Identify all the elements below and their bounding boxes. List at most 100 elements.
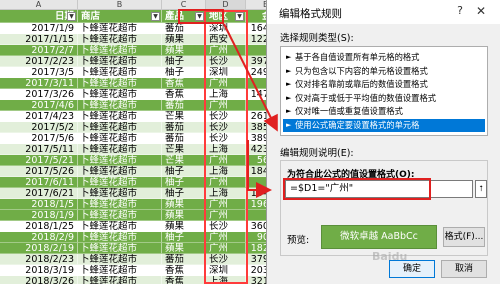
cell-product[interactable]: 蘋果 <box>162 34 206 46</box>
cell-date[interactable]: 2017/6/21 <box>0 188 78 200</box>
filter-dropdown-icon[interactable]: ▼ <box>235 12 244 21</box>
cell-product[interactable]: 蘋果 <box>162 199 206 211</box>
cell-amount[interactable]: 16440 <box>246 23 268 35</box>
filter-dropdown-icon[interactable]: ▼ <box>151 12 160 21</box>
rule-type-item[interactable]: ► 仅对排名靠前或靠后的数值设置格式 <box>283 78 485 91</box>
cell-store[interactable]: 卜蜂莲花超市 <box>78 166 162 178</box>
cell-product[interactable]: 蘋果 <box>162 210 206 222</box>
cell-amount[interactable] <box>246 177 268 189</box>
cell-date[interactable]: 2017/5/21 <box>0 155 78 167</box>
cell-product[interactable]: 蕃茄 <box>162 122 206 134</box>
cell-date[interactable]: 2018/2/23 <box>0 254 78 266</box>
cell-amount[interactable]: 12270 <box>246 34 268 46</box>
cell-product[interactable]: 蘋果 <box>162 221 206 233</box>
column-header-b[interactable]: B <box>78 0 162 10</box>
column-header-a[interactable]: A <box>0 0 78 10</box>
cell-store[interactable]: 卜蜂莲花超市 <box>78 122 162 134</box>
cell-region[interactable]: 长沙 <box>206 122 246 134</box>
cell-amount[interactable]: 39770 <box>246 56 268 68</box>
cell-product[interactable]: 芒果 <box>162 144 206 156</box>
cell-store[interactable]: 卜蜂莲花超市 <box>78 199 162 211</box>
cell-amount[interactable]: 32110 <box>246 276 268 284</box>
cell-date[interactable]: 2017/4/6 <box>0 100 78 112</box>
cell-date[interactable]: 2017/3/5 <box>0 67 78 79</box>
cell-region[interactable]: 上海 <box>206 276 246 284</box>
rule-type-item[interactable]: ► 仅对高于或低于平均值的数值设置格式 <box>283 92 485 105</box>
cell-region[interactable]: 广州 <box>206 78 246 90</box>
cell-store[interactable]: 卜蜂莲花超市 <box>78 155 162 167</box>
cell-store[interactable]: 卜蜂莲花超市 <box>78 265 162 277</box>
cell-date[interactable]: 2017/2/23 <box>0 56 78 68</box>
cell-amount[interactable]: 14742 <box>246 89 268 101</box>
cell-store[interactable]: 卜蜂莲花超市 <box>78 34 162 46</box>
cell-product[interactable]: 芒果 <box>162 155 206 167</box>
cell-region[interactable]: 广州 <box>206 45 246 57</box>
cell-product[interactable]: 柚子 <box>162 232 206 244</box>
header-cell-amount[interactable]: 金额▼ <box>246 10 268 24</box>
cell-date[interactable]: 2017/5/6 <box>0 133 78 145</box>
cell-date[interactable]: 2017/1/15 <box>0 34 78 46</box>
cell-date[interactable]: 2017/3/11 <box>0 78 78 90</box>
cell-amount[interactable] <box>246 100 268 112</box>
cell-region[interactable]: 长沙 <box>206 56 246 68</box>
cell-amount[interactable]: 20375 <box>246 265 268 277</box>
cell-region[interactable]: 深圳 <box>206 23 246 35</box>
rule-type-item[interactable]: ► 只为包含以下内容的单元格设置格式 <box>283 65 485 78</box>
cell-store[interactable]: 卜蜂莲花超市 <box>78 243 162 255</box>
cell-amount[interactable]: 37980 <box>246 254 268 266</box>
cell-region[interactable]: 深圳 <box>206 67 246 79</box>
cell-store[interactable]: 卜蜂莲花超市 <box>78 45 162 57</box>
rule-type-item[interactable]: ► 仅对唯一值或重复值设置格式 <box>283 105 485 118</box>
cell-region[interactable]: 上海 <box>206 144 246 156</box>
cell-region[interactable]: 广州 <box>206 177 246 189</box>
cell-region[interactable]: 长沙 <box>206 221 246 233</box>
cell-product[interactable]: 蕃茄 <box>162 23 206 35</box>
cell-amount[interactable]: 36010 <box>246 221 268 233</box>
cell-amount[interactable] <box>246 78 268 90</box>
cell-date[interactable]: 2017/4/23 <box>0 111 78 123</box>
cell-amount[interactable] <box>246 45 268 57</box>
cell-store[interactable]: 卜蜂莲花超市 <box>78 133 162 145</box>
cell-date[interactable]: 2017/5/2 <box>0 122 78 134</box>
cell-product[interactable]: 蕃茄 <box>162 254 206 266</box>
cell-region[interactable]: 广州 <box>206 100 246 112</box>
close-button[interactable]: ✕ <box>473 4 489 20</box>
cell-date[interactable]: 2018/3/19 <box>0 265 78 277</box>
cell-store[interactable]: 卜蜂莲花超市 <box>78 188 162 200</box>
format-button[interactable]: 格式(F)... <box>443 227 485 247</box>
help-button[interactable]: ? <box>453 4 467 20</box>
cell-region[interactable]: 上海 <box>206 188 246 200</box>
cell-amount[interactable]: 9000 <box>246 232 268 244</box>
cell-date[interactable]: 2018/2/9 <box>0 232 78 244</box>
cell-product[interactable]: 蘋果 <box>162 45 206 57</box>
cell-product[interactable]: 柚子 <box>162 67 206 79</box>
cell-region[interactable]: 广州 <box>206 243 246 255</box>
cell-region[interactable]: 广州 <box>206 199 246 211</box>
cell-region[interactable]: 西安 <box>206 34 246 46</box>
cell-product[interactable]: 柚子 <box>162 177 206 189</box>
spreadsheet[interactable]: A B C D E 日期▼ 商店▼ 產品▼ 地区▼ 金额▼ 2017/1/9卜蜂… <box>0 0 268 284</box>
cell-store[interactable]: 卜蜂莲花超市 <box>78 276 162 284</box>
cell-store[interactable]: 卜蜂莲花超市 <box>78 78 162 90</box>
filter-dropdown-icon[interactable]: ▼ <box>67 12 76 21</box>
cell-region[interactable]: 上海 <box>206 89 246 101</box>
cell-date[interactable]: 2017/5/11 <box>0 144 78 156</box>
cell-store[interactable]: 卜蜂莲花超市 <box>78 221 162 233</box>
cell-store[interactable]: 卜蜂莲花超市 <box>78 111 162 123</box>
cell-date[interactable]: 2017/1/9 <box>0 23 78 35</box>
cell-store[interactable]: 卜蜂莲花超市 <box>78 89 162 101</box>
cell-amount[interactable] <box>246 210 268 222</box>
cell-product[interactable]: 香蕉 <box>162 89 206 101</box>
cell-product[interactable]: 柚子 <box>162 188 206 200</box>
cell-amount[interactable]: 38554 <box>246 122 268 134</box>
cell-date[interactable]: 2018/2/19 <box>0 243 78 255</box>
cell-date[interactable]: 2018/3/26 <box>0 276 78 284</box>
cell-region[interactable]: 广州 <box>206 210 246 222</box>
header-cell-product[interactable]: 產品 ▼ <box>162 10 206 24</box>
cell-store[interactable]: 卜蜂莲花超市 <box>78 144 162 156</box>
cell-date[interactable]: 2018/1/25 <box>0 221 78 233</box>
formula-input[interactable]: =$D1="广州" <box>285 180 473 198</box>
cell-product[interactable]: 柚子 <box>162 166 206 178</box>
cell-store[interactable]: 卜蜂莲花超市 <box>78 254 162 266</box>
cell-store[interactable]: 卜蜂莲花超市 <box>78 177 162 189</box>
